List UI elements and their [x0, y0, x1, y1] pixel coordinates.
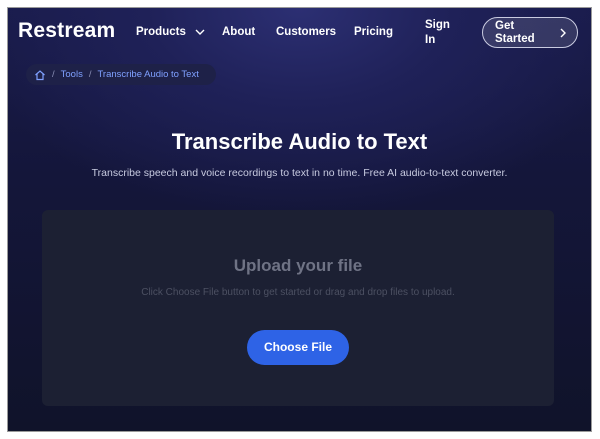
- nav-products[interactable]: Products: [136, 26, 205, 38]
- nav-about[interactable]: About: [222, 26, 255, 38]
- page-title: Transcribe Audio to Text: [171, 129, 428, 154]
- breadcrumb: / Tools / Transcribe Audio to Text: [26, 64, 216, 85]
- breadcrumb-separator: /: [52, 69, 55, 80]
- chevron-down-icon: [195, 29, 205, 35]
- top-navigation: Restream Products About Customers Pricin…: [8, 8, 591, 60]
- nav-pricing[interactable]: Pricing: [354, 26, 393, 38]
- home-icon[interactable]: [34, 69, 46, 81]
- upload-dropzone[interactable]: Upload your file Click Choose File butto…: [42, 210, 554, 406]
- get-started-label: Get Started: [495, 20, 535, 45]
- get-started-button[interactable]: Get Started: [482, 17, 578, 48]
- page-subtitle: Transcribe speech and voice recordings t…: [91, 167, 508, 179]
- upload-title: Upload your file: [233, 256, 363, 275]
- breadcrumb-current[interactable]: Transcribe Audio to Text: [97, 69, 198, 80]
- choose-file-button[interactable]: Choose File: [247, 330, 349, 365]
- chevron-right-icon: [560, 28, 566, 38]
- nav-customers[interactable]: Customers: [276, 26, 336, 38]
- breadcrumb-separator: /: [88, 69, 92, 80]
- breadcrumb-tools[interactable]: Tools: [61, 69, 83, 80]
- restream-logo[interactable]: Restream: [18, 19, 115, 43]
- sign-in-link[interactable]: Sign In: [425, 18, 459, 48]
- browser-viewport: Restream Products About Customers Pricin…: [7, 7, 592, 432]
- nav-products-label: Products: [136, 26, 186, 38]
- upload-hint: Click Choose File button to get started …: [141, 287, 455, 298]
